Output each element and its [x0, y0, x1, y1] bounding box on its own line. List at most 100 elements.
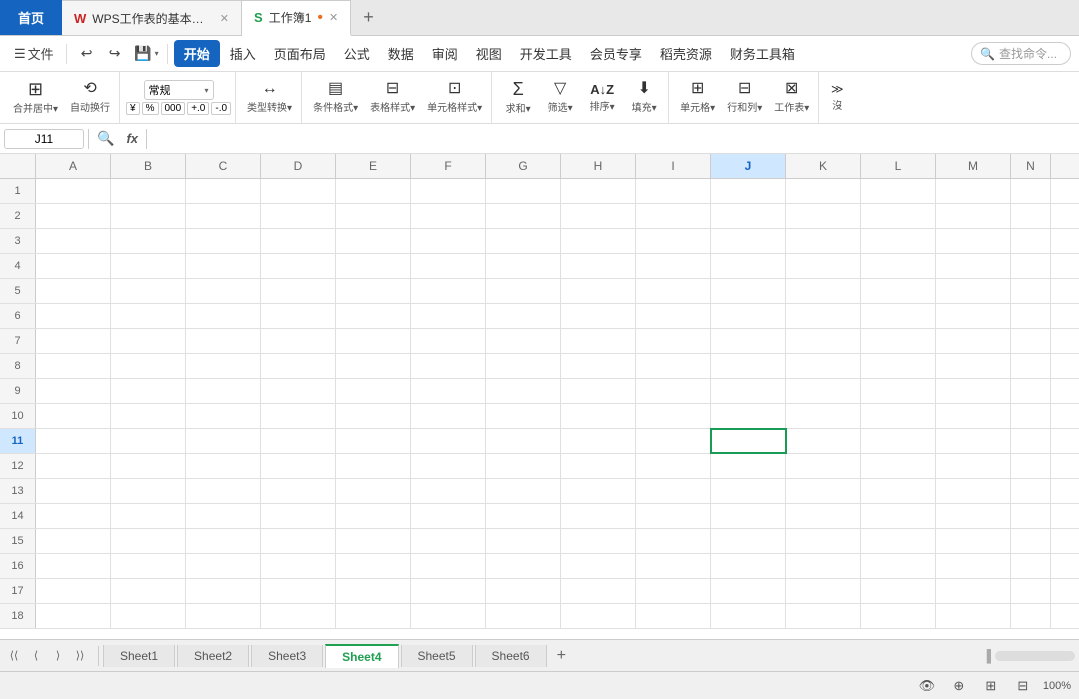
- cell-B13[interactable]: [111, 479, 186, 503]
- cell-E18[interactable]: [336, 604, 411, 628]
- tab-add-button[interactable]: +: [351, 0, 386, 35]
- merge-center-button[interactable]: ⊞ 合并居中▾: [8, 76, 63, 120]
- cell-C12[interactable]: [186, 454, 261, 478]
- cell-K10[interactable]: [786, 404, 861, 428]
- globe-button[interactable]: ⊕: [947, 674, 971, 698]
- cell-H12[interactable]: [561, 454, 636, 478]
- cell-D18[interactable]: [261, 604, 336, 628]
- currency-button[interactable]: ¥: [126, 102, 140, 115]
- cell-N3[interactable]: [1011, 229, 1051, 253]
- number-format-dropdown[interactable]: 常规 ▾: [144, 80, 214, 100]
- cell-I2[interactable]: [636, 204, 711, 228]
- cell-I8[interactable]: [636, 354, 711, 378]
- cell-F7[interactable]: [411, 329, 486, 353]
- cell-J11[interactable]: [711, 429, 786, 453]
- sheet-tab-sheet5[interactable]: Sheet5: [401, 645, 473, 667]
- cell-A17[interactable]: [36, 579, 111, 603]
- col-header-m[interactable]: M: [936, 154, 1011, 178]
- cell-N11[interactable]: [1011, 429, 1051, 453]
- conditional-format-button[interactable]: ▤ 条件格式▾: [308, 76, 363, 120]
- cell-H6[interactable]: [561, 304, 636, 328]
- cell-N9[interactable]: [1011, 379, 1051, 403]
- col-header-l[interactable]: L: [861, 154, 936, 178]
- cell-H1[interactable]: [561, 179, 636, 203]
- cell-A16[interactable]: [36, 554, 111, 578]
- cell-C14[interactable]: [186, 504, 261, 528]
- cell-N10[interactable]: [1011, 404, 1051, 428]
- cell-J4[interactable]: [711, 254, 786, 278]
- cell-B15[interactable]: [111, 529, 186, 553]
- cell-H11[interactable]: [561, 429, 636, 453]
- sheet-tab-sheet2[interactable]: Sheet2: [177, 645, 249, 667]
- cell-D12[interactable]: [261, 454, 336, 478]
- cell-M15[interactable]: [936, 529, 1011, 553]
- cell-N12[interactable]: [1011, 454, 1051, 478]
- cell-A3[interactable]: [36, 229, 111, 253]
- cell-D3[interactable]: [261, 229, 336, 253]
- cell-F3[interactable]: [411, 229, 486, 253]
- cell-B6[interactable]: [111, 304, 186, 328]
- sum-button[interactable]: Σ 求和▾: [498, 76, 538, 120]
- cell-B17[interactable]: [111, 579, 186, 603]
- cell-G6[interactable]: [486, 304, 561, 328]
- cell-I6[interactable]: [636, 304, 711, 328]
- cell-M13[interactable]: [936, 479, 1011, 503]
- cell-K11[interactable]: [786, 429, 861, 453]
- col-header-n[interactable]: N: [1011, 154, 1051, 178]
- row-num-10[interactable]: 10: [0, 404, 36, 428]
- undo-button[interactable]: ↩: [73, 40, 101, 68]
- more-button[interactable]: ≫ 沒: [825, 76, 849, 120]
- cell-E5[interactable]: [336, 279, 411, 303]
- cell-L2[interactable]: [861, 204, 936, 228]
- cell-M2[interactable]: [936, 204, 1011, 228]
- cell-N17[interactable]: [1011, 579, 1051, 603]
- col-header-d[interactable]: D: [261, 154, 336, 178]
- menu-insert[interactable]: 插入: [222, 40, 264, 67]
- cell-E11[interactable]: [336, 429, 411, 453]
- cell-F5[interactable]: [411, 279, 486, 303]
- cell-I11[interactable]: [636, 429, 711, 453]
- cell-G12[interactable]: [486, 454, 561, 478]
- cell-F6[interactable]: [411, 304, 486, 328]
- cell-C6[interactable]: [186, 304, 261, 328]
- cell-G8[interactable]: [486, 354, 561, 378]
- cell-F8[interactable]: [411, 354, 486, 378]
- cell-C3[interactable]: [186, 229, 261, 253]
- cell-C18[interactable]: [186, 604, 261, 628]
- cell-L18[interactable]: [861, 604, 936, 628]
- cell-H2[interactable]: [561, 204, 636, 228]
- cell-button[interactable]: ⊞ 单元格▾: [675, 76, 720, 120]
- cell-B3[interactable]: [111, 229, 186, 253]
- cell-E15[interactable]: [336, 529, 411, 553]
- cell-I4[interactable]: [636, 254, 711, 278]
- cell-B11[interactable]: [111, 429, 186, 453]
- save-button[interactable]: 💾: [131, 40, 155, 68]
- menu-review[interactable]: 审阅: [424, 40, 466, 67]
- decimal-inc-button[interactable]: +.0: [187, 102, 209, 115]
- cell-J8[interactable]: [711, 354, 786, 378]
- cell-C2[interactable]: [186, 204, 261, 228]
- cell-D10[interactable]: [261, 404, 336, 428]
- cell-style-button[interactable]: ⊡ 单元格样式▾: [422, 76, 487, 120]
- cell-I15[interactable]: [636, 529, 711, 553]
- cell-G17[interactable]: [486, 579, 561, 603]
- cell-F18[interactable]: [411, 604, 486, 628]
- cell-K4[interactable]: [786, 254, 861, 278]
- cell-D13[interactable]: [261, 479, 336, 503]
- cell-E9[interactable]: [336, 379, 411, 403]
- cell-A12[interactable]: [36, 454, 111, 478]
- cell-H9[interactable]: [561, 379, 636, 403]
- cell-L8[interactable]: [861, 354, 936, 378]
- menu-view[interactable]: 视图: [468, 40, 510, 67]
- cell-K3[interactable]: [786, 229, 861, 253]
- filter-button[interactable]: ▽ 筛选▾: [540, 76, 580, 120]
- cell-E12[interactable]: [336, 454, 411, 478]
- cell-K1[interactable]: [786, 179, 861, 203]
- cell-M11[interactable]: [936, 429, 1011, 453]
- cell-K5[interactable]: [786, 279, 861, 303]
- cell-K16[interactable]: [786, 554, 861, 578]
- cell-I18[interactable]: [636, 604, 711, 628]
- tab-wps-close[interactable]: ✕: [220, 12, 229, 25]
- cell-D14[interactable]: [261, 504, 336, 528]
- cell-G14[interactable]: [486, 504, 561, 528]
